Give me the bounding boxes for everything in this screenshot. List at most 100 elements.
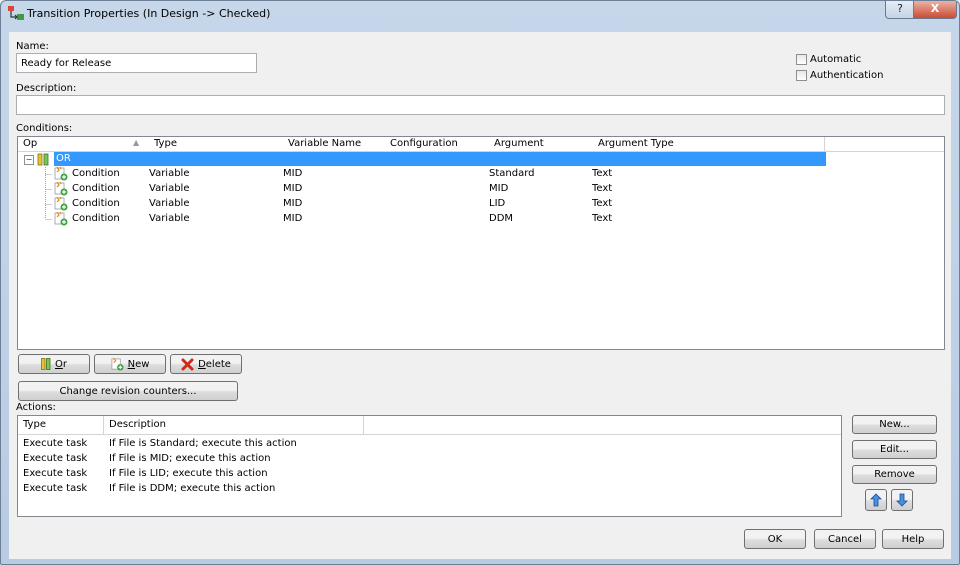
conditions-header: Op ▲ Type Variable Name Configuration Ar… [18,137,944,152]
condition-row[interactable]: Condition Variable MID DDM Text [18,212,944,227]
authentication-label: Authentication [810,70,884,81]
delete-button-hotkey: D [198,358,206,370]
conditions-label: Conditions: [16,123,73,134]
col-divider[interactable] [363,416,364,434]
condition-row[interactable]: Condition Variable MID LID Text [18,197,944,212]
new-action-button[interactable]: New... [852,415,937,434]
help-button[interactable]: Help [882,529,944,549]
action-row[interactable]: Execute task If File is Standard; execut… [18,437,841,452]
action-description: If File is Standard; execute this action [109,438,297,449]
name-label: Name: [16,41,49,52]
sort-ascending-icon: ▲ [133,138,140,147]
or-button[interactable]: Or [18,354,90,374]
condition-argument: Standard [489,168,535,179]
move-up-button[interactable] [865,489,887,511]
condition-argument-type: Text [592,183,613,194]
delete-condition-button[interactable]: Delete [170,354,242,374]
col-op[interactable]: Op [23,138,37,149]
or-node-icon [37,153,49,166]
condition-argument-type: Text [592,168,613,179]
condition-type: Variable [149,183,190,194]
condition-type: Variable [149,168,190,179]
actions-header: Type Description [18,416,841,435]
tree-root-row[interactable]: − OR [18,152,944,167]
condition-argument-type: Text [592,198,613,209]
edit-action-button[interactable]: Edit... [852,440,937,459]
col-variable-name[interactable]: Variable Name [288,138,361,149]
title-close-button[interactable]: X [913,1,957,19]
condition-icon [54,182,68,196]
delete-x-icon [181,358,194,370]
ok-button[interactable]: OK [744,529,806,549]
condition-row[interactable]: Condition Variable MID Standard Text [18,167,944,182]
condition-op: Condition [72,183,120,194]
new-button-label: ew [135,358,150,370]
or-node-icon [41,358,51,370]
col-type[interactable]: Type [154,138,177,149]
action-description: If File is DDM; execute this action [109,483,276,494]
arrow-down-icon [896,493,908,507]
action-description: If File is LID; execute this action [109,468,268,479]
action-row[interactable]: Execute task If File is LID; execute thi… [18,467,841,482]
new-condition-button[interactable]: New [94,354,166,374]
col-action-type[interactable]: Type [23,419,46,430]
cancel-button[interactable]: Cancel [814,529,876,549]
action-description: If File is MID; execute this action [109,453,271,464]
automatic-checkbox[interactable] [796,54,807,65]
new-condition-icon [111,357,124,371]
col-argument[interactable]: Argument [494,138,544,149]
condition-argument-type: Text [592,213,613,224]
name-input[interactable] [16,53,257,73]
condition-variable: MID [283,168,303,179]
move-down-button[interactable] [891,489,913,511]
root-op: OR [56,153,71,164]
actions-label: Actions: [16,402,56,413]
automatic-option[interactable]: Automatic [796,54,861,65]
col-action-description[interactable]: Description [109,419,166,430]
description-label: Description: [16,83,77,94]
condition-op: Condition [72,198,120,209]
description-input[interactable] [16,95,945,115]
action-row[interactable]: Execute task If File is DDM; execute thi… [18,482,841,497]
remove-action-button[interactable]: Remove [852,465,937,484]
collapse-toggle-icon[interactable]: − [24,155,34,165]
condition-argument: LID [489,198,506,209]
condition-type: Variable [149,213,190,224]
col-configuration[interactable]: Configuration [390,138,458,149]
condition-argument: MID [489,183,509,194]
conditions-tree[interactable]: Op ▲ Type Variable Name Configuration Ar… [17,136,945,350]
arrow-up-icon [870,493,882,507]
condition-row[interactable]: Condition Variable MID MID Text [18,182,944,197]
condition-icon [54,197,68,211]
condition-op: Condition [72,213,120,224]
condition-variable: MID [283,213,303,224]
actions-list[interactable]: Type Description Execute task If File is… [17,415,842,517]
change-revision-counters-button[interactable]: Change revision counters... [18,381,238,401]
window-title: Transition Properties (In Design -> Chec… [27,7,271,20]
action-row[interactable]: Execute task If File is MID; execute thi… [18,452,841,467]
selected-row-highlight [54,152,826,166]
or-button-hotkey: O [55,358,63,370]
condition-op: Condition [72,168,120,179]
new-button-hotkey: N [127,358,136,370]
transition-icon [8,6,24,20]
authentication-checkbox[interactable] [796,70,807,81]
title-help-button[interactable]: ? [885,1,915,19]
condition-icon [54,212,68,226]
col-divider[interactable] [103,416,104,434]
dialog-client: Name: Automatic Authentication Descripti… [9,32,951,559]
or-button-label: r [62,358,67,370]
dialog-window: Transition Properties (In Design -> Chec… [0,0,960,565]
col-argument-type[interactable]: Argument Type [598,138,674,149]
action-type: Execute task [23,468,88,479]
condition-type: Variable [149,198,190,209]
action-type: Execute task [23,483,88,494]
action-type: Execute task [23,453,88,464]
condition-variable: MID [283,183,303,194]
action-type: Execute task [23,438,88,449]
col-divider[interactable] [824,137,825,151]
condition-icon [54,167,68,181]
title-bar[interactable]: Transition Properties (In Design -> Chec… [1,1,959,25]
condition-argument: DDM [489,213,514,224]
authentication-option[interactable]: Authentication [796,70,883,81]
